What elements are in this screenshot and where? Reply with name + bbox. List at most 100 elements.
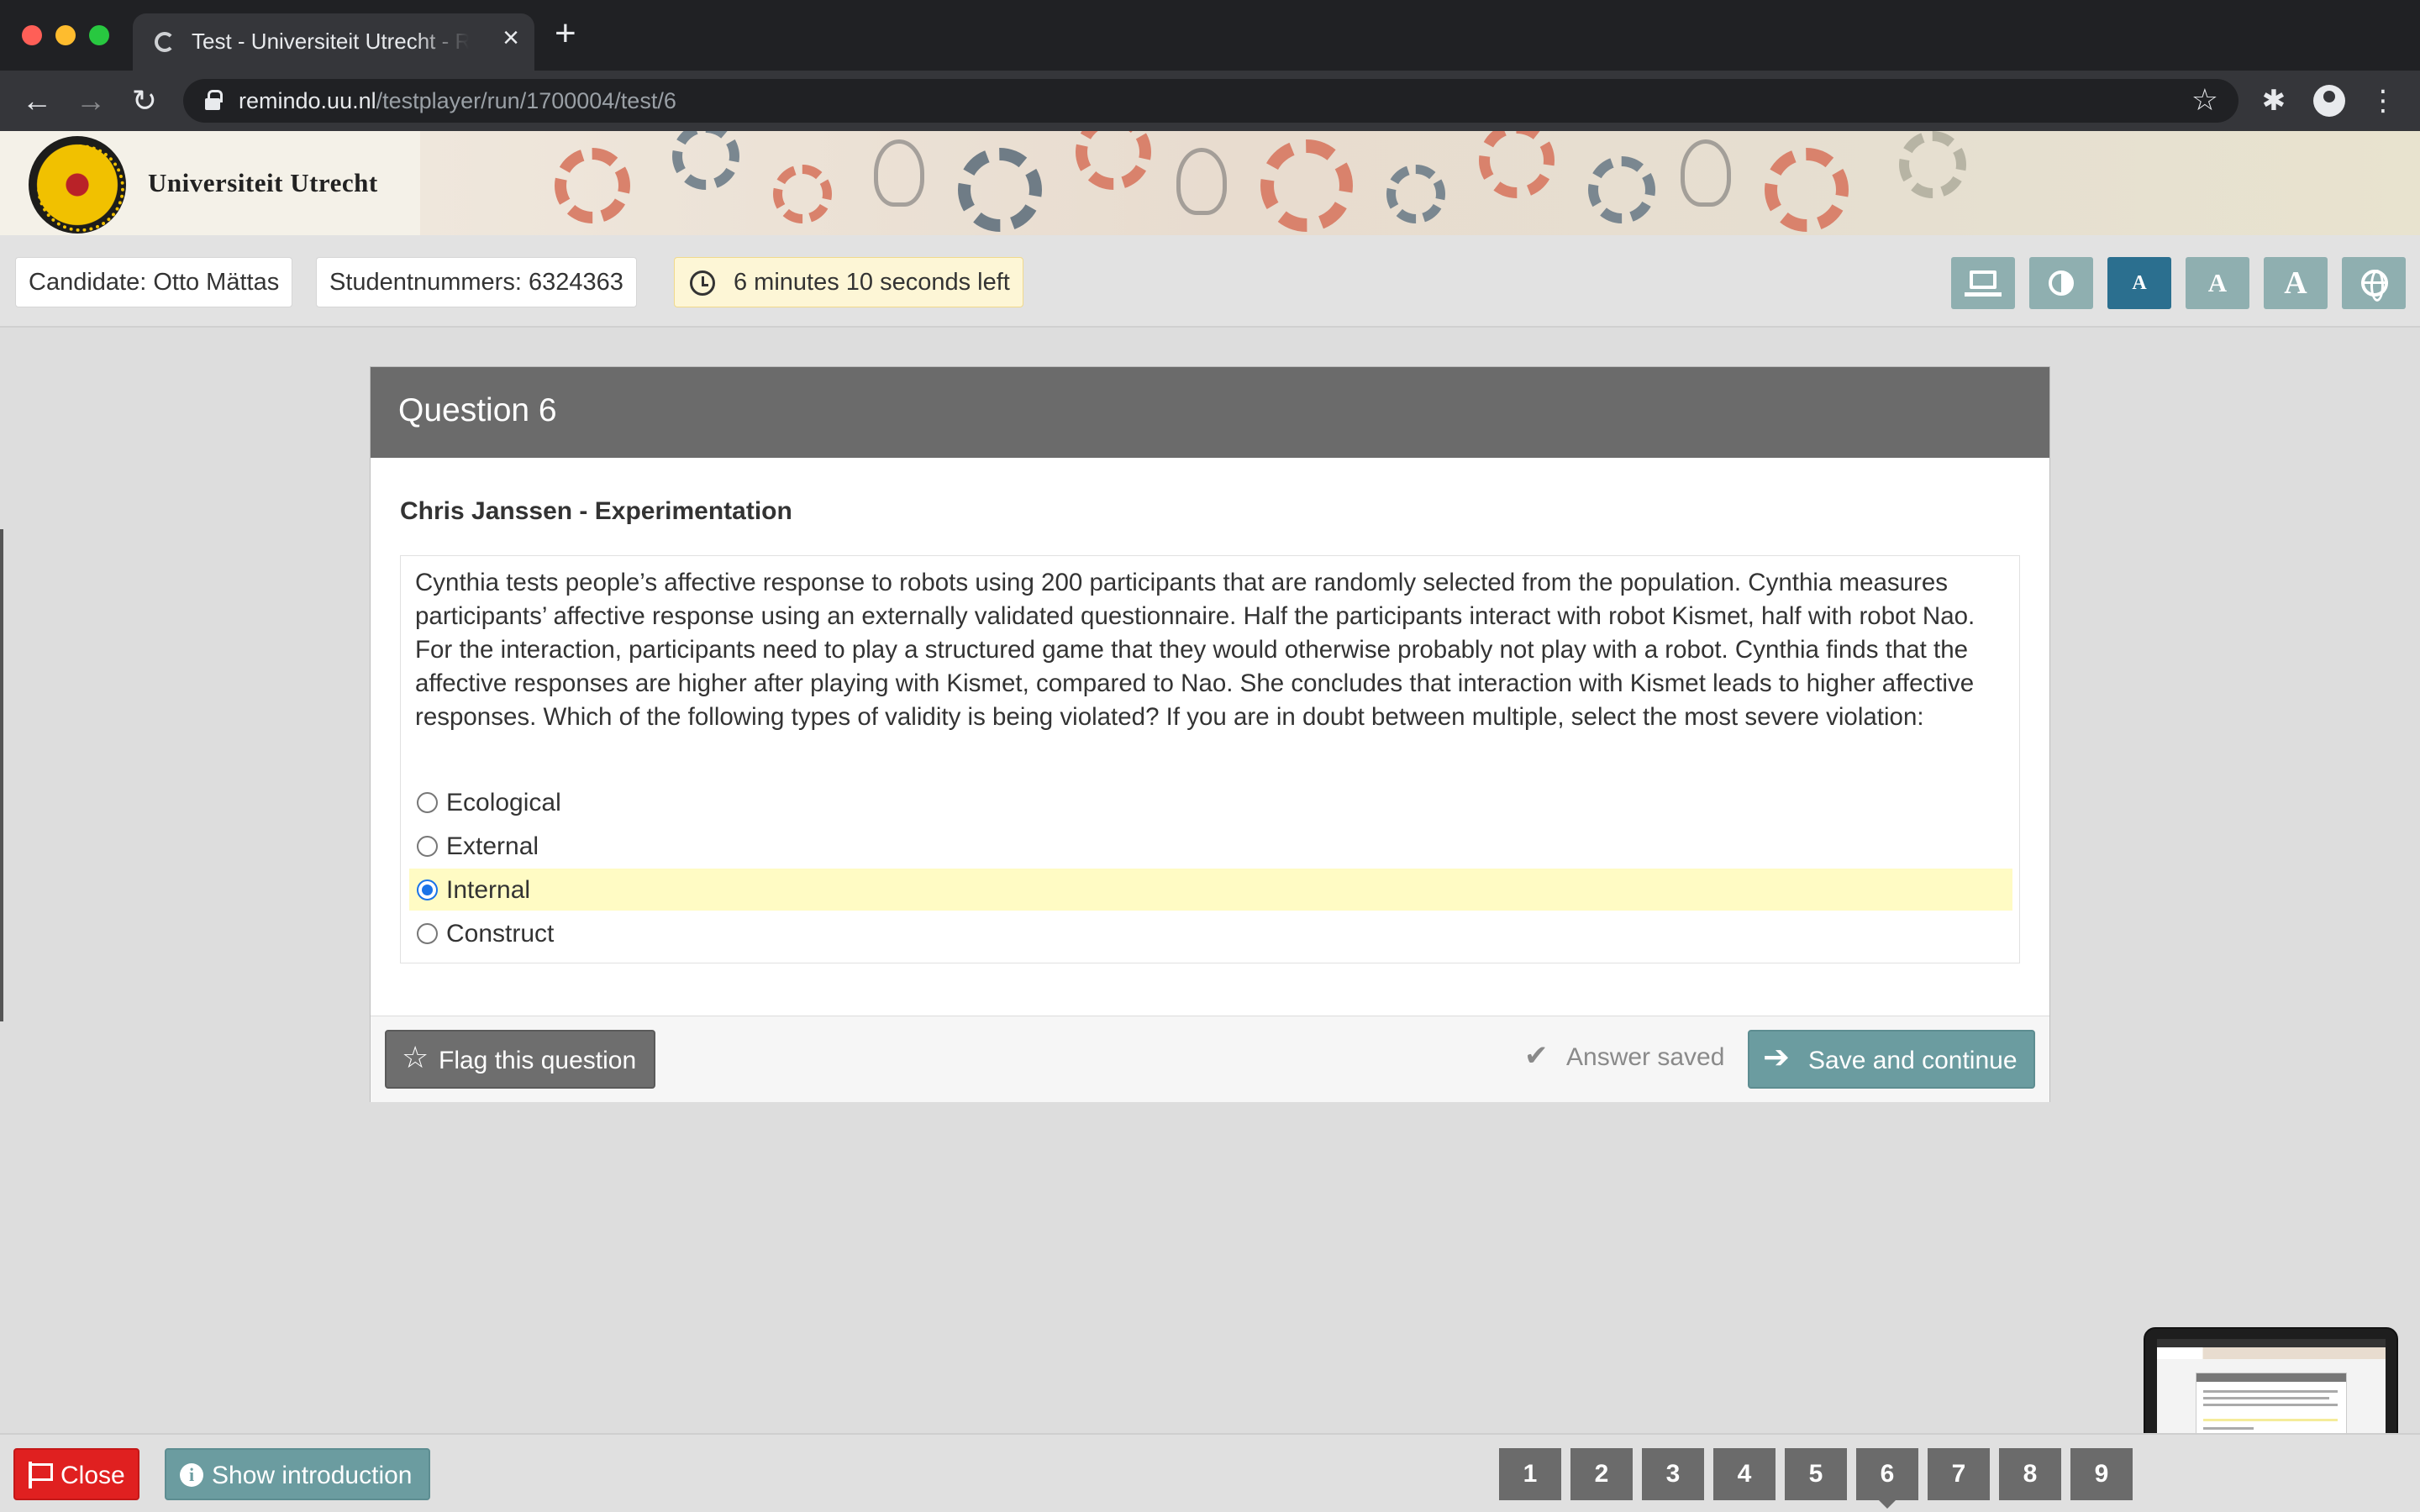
tab-close-icon[interactable]: × [502, 22, 519, 55]
browser-tab-bar: Test - Universiteit Utrecht - Remindo × … [0, 0, 2420, 71]
answer-option-internal[interactable]: Internal [409, 869, 2012, 911]
student-number: Studentnummers: 6324363 [316, 257, 637, 307]
font-medium-icon: A [2207, 268, 2228, 297]
gear-icon [1386, 165, 1445, 223]
answer-option-construct[interactable]: Construct [409, 912, 2012, 954]
window-minimize-control[interactable] [55, 25, 76, 45]
gear-icon [672, 131, 739, 190]
clock-icon [690, 270, 715, 296]
question-nav-5[interactable]: 5 [1785, 1448, 1847, 1500]
question-body: Cynthia tests people’s affective respons… [400, 555, 2020, 963]
font-size-small-button[interactable]: A [2107, 257, 2171, 309]
answer-option-ecological[interactable]: Ecological [409, 781, 2012, 823]
question-nav-2[interactable]: 2 [1570, 1448, 1633, 1500]
close-label: Close [60, 1462, 125, 1489]
reload-icon[interactable]: ↻ [126, 82, 163, 119]
browser-menu-icon[interactable]: ⋮ [2365, 82, 2402, 119]
site-banner: Universiteit Utrecht [0, 131, 2420, 235]
radio-button-selected[interactable] [417, 879, 438, 900]
question-nav-8[interactable]: 8 [1999, 1448, 2061, 1500]
university-seal-logo [29, 136, 126, 234]
answer-option-label: Construct [446, 920, 555, 948]
browser-tab[interactable]: Test - Universiteit Utrecht - Remindo × [133, 13, 534, 71]
forward-arrow-icon[interactable]: → [72, 82, 109, 119]
contrast-button[interactable] [2029, 257, 2093, 309]
question-footer: ☆ Flag this question ✔ Answer saved ➔ Sa… [371, 1016, 2049, 1102]
window-zoom-control[interactable] [89, 25, 109, 45]
arrow-right-icon: ➔ [1763, 1040, 1790, 1075]
time-remaining: 6 minutes 10 seconds left [674, 257, 1023, 307]
question-nav-6-current[interactable]: 6 [1856, 1448, 1918, 1509]
loading-spinner-icon [155, 32, 175, 52]
thumbnail-banner [2157, 1347, 2386, 1359]
close-test-button[interactable]: Close [13, 1448, 139, 1500]
thumbnail-line [2203, 1427, 2254, 1430]
banner-gears-artwork [420, 131, 2420, 235]
gear-icon [1479, 131, 1555, 198]
font-size-large-button[interactable]: A [2264, 257, 2328, 309]
answer-option-label: Internal [446, 876, 531, 904]
university-name-logo: Universiteit Utrecht [148, 168, 378, 197]
show-introduction-button[interactable]: i Show introduction [165, 1448, 430, 1500]
thumbnail-toolbar [2157, 1339, 2386, 1347]
new-tab-icon[interactable]: + [555, 15, 576, 52]
radio-button[interactable] [417, 923, 438, 944]
profile-avatar-icon[interactable] [2311, 82, 2348, 119]
language-button[interactable] [2342, 257, 2406, 309]
browser-toolbar: ← → ↻ remindo.uu.nl/testplayer/run/17000… [0, 71, 2420, 131]
radio-button[interactable] [417, 792, 438, 813]
question-nav-9[interactable]: 9 [2070, 1448, 2133, 1500]
gear-icon [773, 165, 832, 223]
lightbulb-icon [1176, 148, 1227, 215]
thumbnail-line [2203, 1390, 2338, 1393]
font-size-medium-button[interactable]: A [2186, 257, 2249, 309]
fullscreen-button[interactable] [1951, 257, 2015, 309]
thumbnail-line [2203, 1404, 2338, 1406]
gear-icon [958, 148, 1042, 232]
flag-icon [27, 1462, 53, 1488]
extensions-puzzle-icon[interactable]: ✱ [2255, 82, 2292, 119]
question-section-title: Chris Janssen - Experimentation [400, 497, 792, 525]
font-small-icon: A [2132, 272, 2147, 294]
gear-icon [1076, 131, 1151, 190]
gear-icon [1260, 139, 1353, 232]
gear-icon [555, 148, 630, 223]
contrast-icon [2049, 270, 2074, 296]
gear-icon [1588, 156, 1655, 223]
flag-question-button[interactable]: ☆ Flag this question [385, 1030, 655, 1089]
candidate-info-bar: Candidate: Otto Mättas Studentnummers: 6… [0, 235, 2420, 328]
lock-icon [205, 90, 223, 110]
question-text: Cynthia tests people’s affective respons… [415, 569, 1975, 731]
side-panel-handle[interactable] [0, 529, 3, 1021]
question-nav-1[interactable]: 1 [1499, 1448, 1561, 1500]
bookmark-star-icon[interactable]: ☆ [2191, 82, 2218, 118]
info-icon: i [180, 1463, 203, 1487]
question-nav-3[interactable]: 3 [1642, 1448, 1704, 1500]
answer-option-label: Ecological [446, 789, 561, 816]
question-panel: Question 6 Chris Janssen - Experimentati… [370, 366, 2050, 1102]
save-and-continue-button[interactable]: ➔ Save and continue [1748, 1030, 2035, 1089]
answer-option-external[interactable]: External [409, 825, 2012, 867]
star-outline-icon: ☆ [402, 1040, 429, 1074]
checkmark-icon: ✔ [1524, 1040, 1549, 1072]
question-nav-7[interactable]: 7 [1928, 1448, 1990, 1500]
gear-icon [1765, 148, 1849, 232]
address-bar[interactable]: remindo.uu.nl/testplayer/run/1700004/tes… [183, 79, 2238, 123]
save-and-continue-label: Save and continue [1808, 1047, 2018, 1074]
tab-title: Test - Universiteit Utrecht - Remindo [192, 29, 469, 54]
url-host: remindo.uu.nl [239, 88, 376, 113]
time-remaining-text: 6 minutes 10 seconds left [734, 269, 1010, 296]
font-large-icon: A [2284, 265, 2307, 301]
candidate-name: Candidate: Otto Mättas [15, 257, 293, 307]
window-close-control[interactable] [22, 25, 42, 45]
url-text: remindo.uu.nl/testplayer/run/1700004/tes… [239, 88, 676, 114]
flag-question-label: Flag this question [439, 1047, 637, 1074]
radio-button[interactable] [417, 836, 438, 857]
question-nav-4[interactable]: 4 [1713, 1448, 1776, 1500]
answer-option-label: External [446, 832, 539, 860]
question-title: Question 6 [398, 392, 557, 428]
screen-icon [1965, 270, 2002, 297]
back-arrow-icon[interactable]: ← [18, 82, 55, 119]
lightbulb-icon [874, 139, 924, 207]
answer-saved-label: Answer saved [1566, 1043, 1725, 1071]
